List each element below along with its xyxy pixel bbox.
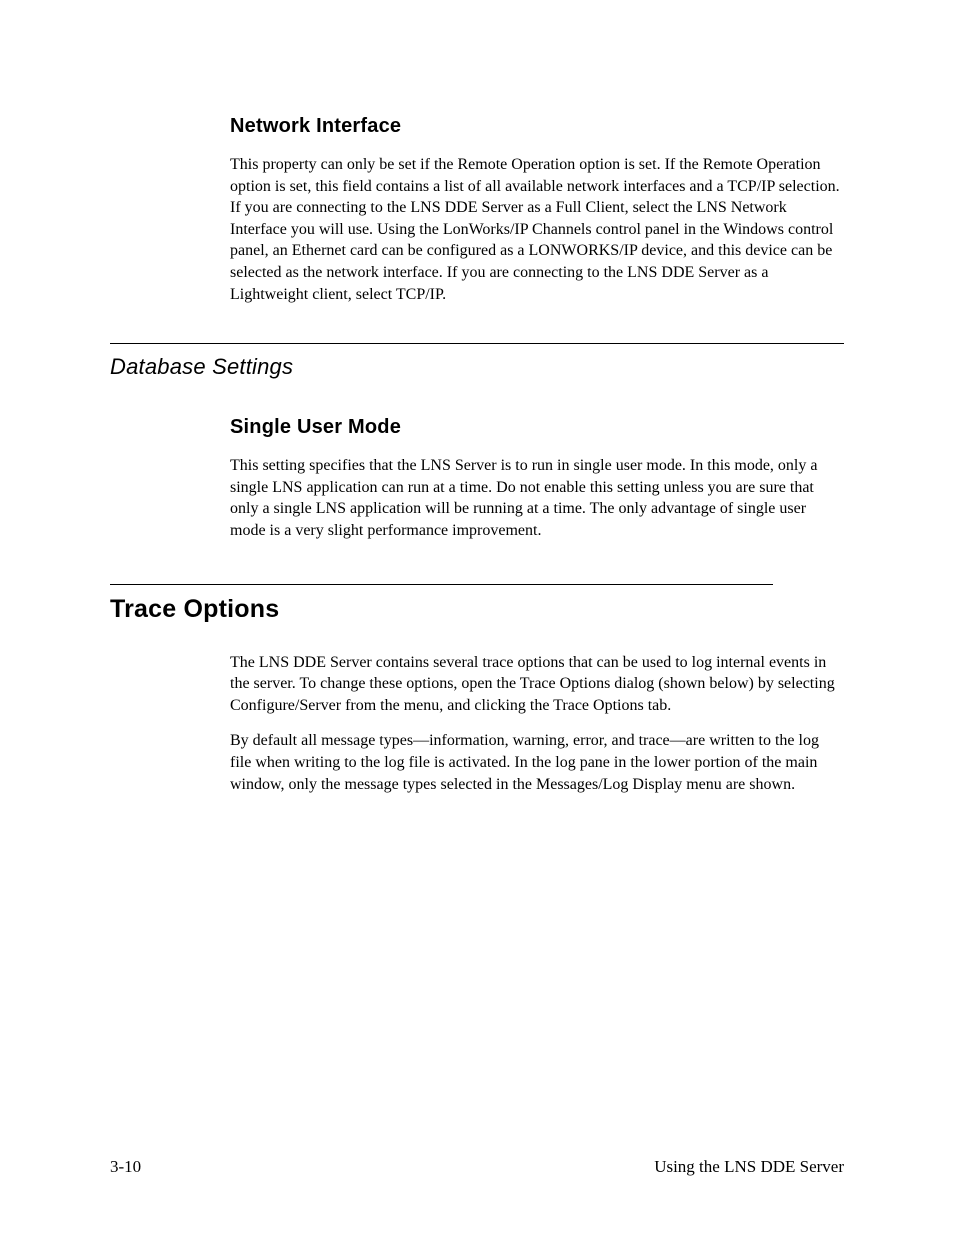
single-user-mode-heading: Single User Mode — [230, 416, 844, 439]
trace-options-para1: The LNS DDE Server contains several trac… — [230, 652, 844, 717]
trace-options-heading: Trace Options — [110, 595, 844, 624]
ni-text-smallcaps: ONWORKS — [538, 242, 619, 259]
database-settings-heading: Database Settings — [110, 354, 844, 380]
footer-title: Using the LNS DDE Server — [654, 1157, 844, 1177]
section-divider — [110, 343, 844, 344]
trace-options-section: The LNS DDE Server contains several trac… — [230, 652, 844, 796]
footer-page-number: 3-10 — [110, 1157, 141, 1177]
document-page: Network Interface This property can only… — [0, 0, 954, 1235]
single-user-mode-section: Single User Mode This setting specifies … — [230, 416, 844, 541]
network-interface-body: This property can only be set if the Rem… — [230, 154, 844, 305]
network-interface-heading: Network Interface — [230, 115, 844, 138]
network-interface-section: Network Interface This property can only… — [230, 115, 844, 305]
page-footer: 3-10 Using the LNS DDE Server — [110, 1157, 844, 1177]
section-divider — [110, 584, 773, 585]
single-user-mode-body: This setting specifies that the LNS Serv… — [230, 455, 844, 541]
trace-options-para2: By default all message types—information… — [230, 730, 844, 795]
